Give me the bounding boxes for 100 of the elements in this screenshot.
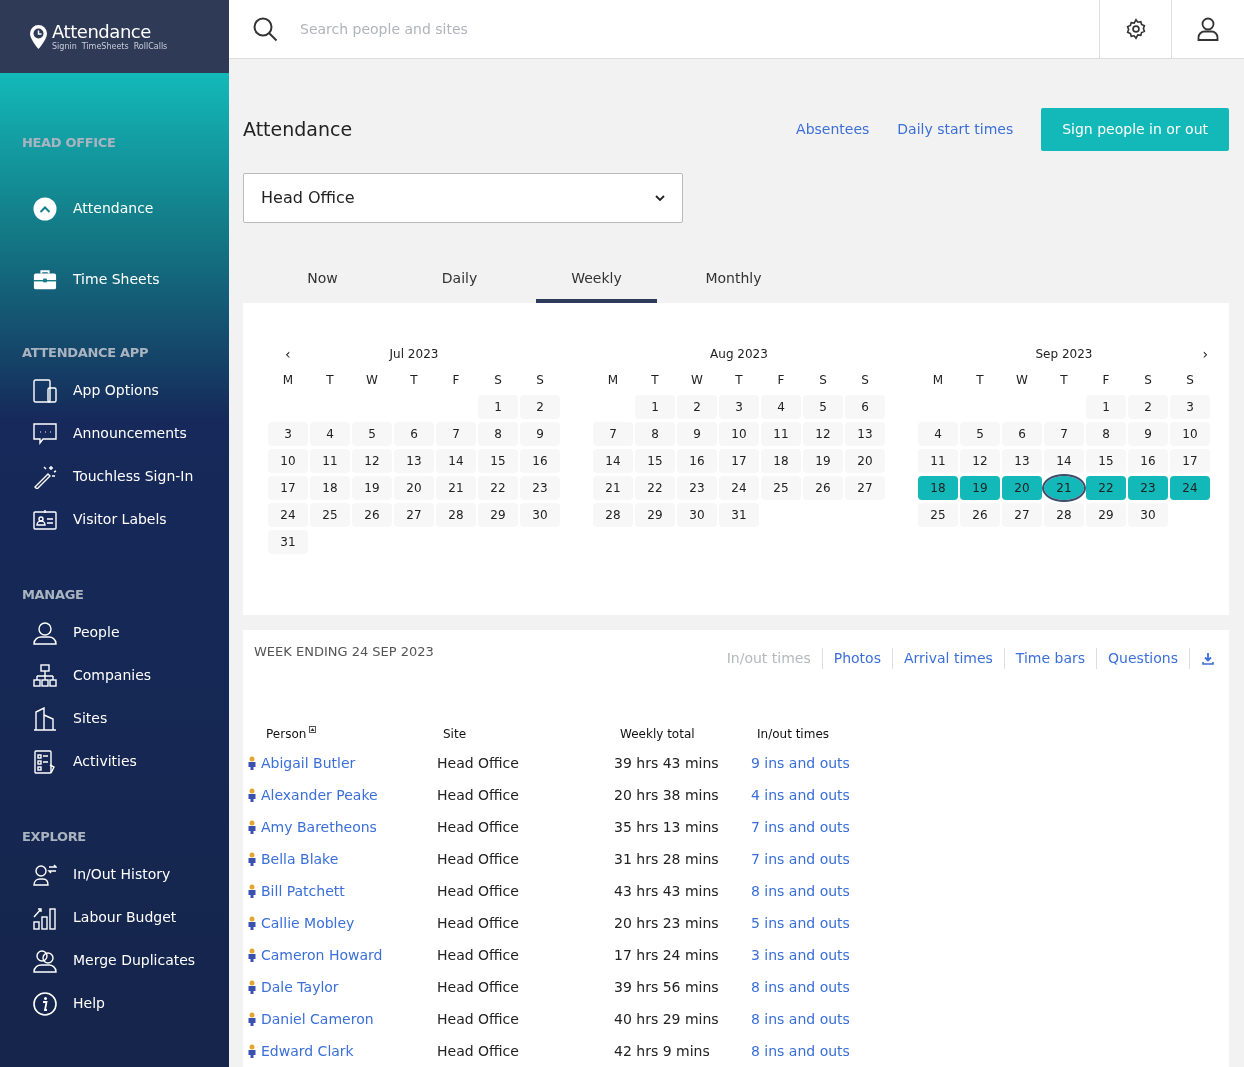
sidebar-item[interactable]: Attendance	[22, 173, 212, 244]
calendar-day[interactable]: 25	[761, 476, 801, 500]
calendar-day[interactable]: 5	[960, 422, 1000, 446]
sidebar-item[interactable]: Companies	[22, 654, 212, 697]
calendar-day[interactable]: 3	[268, 422, 308, 446]
calendar-day[interactable]: 17	[268, 476, 308, 500]
calendar-day[interactable]: 18	[310, 476, 350, 500]
calendar-day[interactable]: 14	[593, 449, 633, 473]
calendar-day[interactable]: 10	[268, 449, 308, 473]
calendar-day[interactable]: 20	[845, 449, 885, 473]
sidebar-item[interactable]: Help	[22, 982, 212, 1025]
calendar-day[interactable]: 28	[436, 503, 476, 527]
calendar-day[interactable]: 3	[719, 395, 759, 419]
column-header[interactable]: Person	[266, 725, 307, 743]
calendar-day[interactable]: 27	[1002, 503, 1042, 527]
person-link[interactable]: Bella Blake	[261, 848, 339, 870]
calendar-day[interactable]: 30	[520, 503, 560, 527]
calendar-day[interactable]: 3	[1170, 395, 1210, 419]
calendar-day[interactable]: 1	[478, 395, 518, 419]
calendar-day[interactable]: 30	[677, 503, 717, 527]
calendar-day[interactable]: 4	[761, 395, 801, 419]
in-out-link[interactable]: 9 ins and outs	[751, 752, 850, 774]
calendar-day[interactable]: 12	[960, 449, 1000, 473]
calendar-day[interactable]: 9	[1128, 422, 1168, 446]
calendar-day[interactable]: 26	[803, 476, 843, 500]
in-out-link[interactable]: 8 ins and outs	[751, 880, 850, 902]
calendar-day[interactable]: 24	[719, 476, 759, 500]
calendar-day[interactable]: 13	[394, 449, 434, 473]
calendar-day[interactable]: 29	[1086, 503, 1126, 527]
calendar-day[interactable]: 17	[1170, 449, 1210, 473]
header-link[interactable]: Daily start times	[897, 118, 1014, 140]
calendar-day[interactable]: 11	[918, 449, 958, 473]
view-tab[interactable]: Daily	[399, 257, 520, 303]
calendar-day[interactable]: 25	[918, 503, 958, 527]
person-link[interactable]: Daniel Cameron	[261, 1008, 374, 1030]
calendar-day[interactable]: 24	[1170, 476, 1210, 500]
calendar-day[interactable]: 23	[677, 476, 717, 500]
calendar-day[interactable]: 14	[1044, 449, 1084, 473]
person-link[interactable]: Edward Clark	[261, 1040, 354, 1062]
sidebar-item[interactable]: Labour Budget	[22, 896, 212, 939]
report-view-link[interactable]: Time bars	[1004, 648, 1098, 669]
in-out-link[interactable]: 8 ins and outs	[751, 1040, 850, 1062]
calendar-day[interactable]: 28	[1044, 503, 1084, 527]
calendar-day[interactable]: 14	[436, 449, 476, 473]
calendar-day[interactable]: 4	[918, 422, 958, 446]
calendar-day[interactable]: 22	[1086, 476, 1126, 500]
calendar-day[interactable]: 6	[845, 395, 885, 419]
person-link[interactable]: Alexander Peake	[261, 784, 378, 806]
calendar-day[interactable]: 20	[1002, 476, 1042, 500]
calendar-day[interactable]: 19	[960, 476, 1000, 500]
site-select[interactable]: Head Office	[243, 173, 683, 223]
person-link[interactable]: Cameron Howard	[261, 944, 383, 966]
calendar-day[interactable]: 7	[1044, 422, 1084, 446]
calendar-day[interactable]: 21	[593, 476, 633, 500]
calendar-day[interactable]: 13	[1002, 449, 1042, 473]
person-link[interactable]: Bill Patchett	[261, 880, 345, 902]
calendar-day[interactable]: 15	[478, 449, 518, 473]
calendar-day[interactable]: 11	[761, 422, 801, 446]
calendar-day[interactable]: 7	[593, 422, 633, 446]
in-out-link[interactable]: 3 ins and outs	[751, 944, 850, 966]
calendar-day[interactable]: 13	[845, 422, 885, 446]
sidebar-item[interactable]: App Options	[22, 369, 212, 412]
download-icon[interactable]	[1202, 652, 1214, 665]
calendar-day[interactable]: 29	[478, 503, 518, 527]
calendar-day[interactable]: 15	[1086, 449, 1126, 473]
calendar-day[interactable]: 30	[1128, 503, 1168, 527]
in-out-link[interactable]: 7 ins and outs	[751, 848, 850, 870]
calendar-day[interactable]: 29	[635, 503, 675, 527]
calendar-day[interactable]: 20	[394, 476, 434, 500]
report-view-link[interactable]: Questions	[1097, 648, 1190, 669]
calendar-day[interactable]: 8	[1086, 422, 1126, 446]
calendar-day[interactable]: 2	[520, 395, 560, 419]
view-tab[interactable]: Now	[262, 257, 383, 303]
header-link[interactable]: Absentees	[796, 118, 870, 140]
next-month-icon[interactable]: ›	[1202, 343, 1208, 365]
calendar-day[interactable]: 6	[394, 422, 434, 446]
sidebar-item[interactable]: In/Out History	[22, 853, 212, 896]
calendar-day[interactable]: 16	[677, 449, 717, 473]
calendar-day[interactable]: 19	[803, 449, 843, 473]
calendar-day[interactable]: 23	[520, 476, 560, 500]
sidebar-item[interactable]: Activities	[22, 740, 212, 783]
calendar-day[interactable]: 31	[268, 530, 308, 554]
calendar-day[interactable]: 18	[918, 476, 958, 500]
calendar-day[interactable]: 24	[268, 503, 308, 527]
in-out-link[interactable]: 8 ins and outs	[751, 1008, 850, 1030]
person-link[interactable]: Abigail Butler	[261, 752, 356, 774]
search-field[interactable]: Search people and sites	[300, 18, 700, 40]
sidebar-item[interactable]: Visitor Labels	[22, 498, 212, 541]
calendar-day[interactable]: 16	[1128, 449, 1168, 473]
calendar-day[interactable]: 9	[677, 422, 717, 446]
calendar-day[interactable]: 28	[593, 503, 633, 527]
sidebar-item[interactable]: Time Sheets	[22, 244, 212, 315]
calendar-day[interactable]: 1	[1086, 395, 1126, 419]
calendar-day[interactable]: 21	[436, 476, 476, 500]
previous-month-icon[interactable]: ‹	[285, 343, 291, 365]
calendar-day[interactable]: 25	[310, 503, 350, 527]
calendar-day[interactable]: 5	[803, 395, 843, 419]
calendar-day[interactable]: 8	[478, 422, 518, 446]
calendar-day[interactable]: 6	[1002, 422, 1042, 446]
calendar-day[interactable]: 19	[352, 476, 392, 500]
